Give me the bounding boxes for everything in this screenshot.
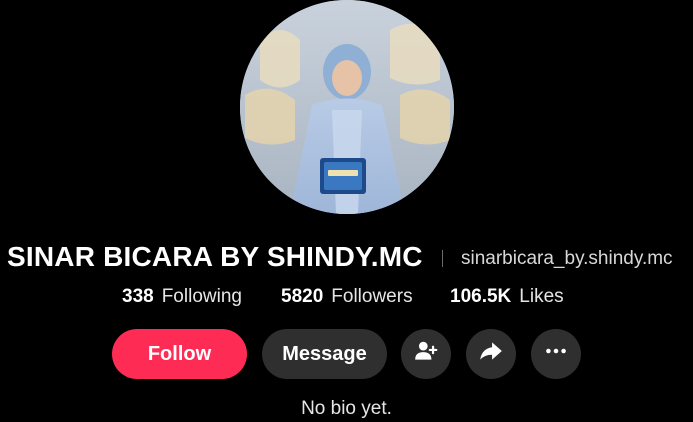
share-button[interactable] <box>466 329 516 379</box>
followers-count: 5820 <box>281 286 324 307</box>
followers-label: Followers <box>331 286 413 307</box>
message-button[interactable]: Message <box>262 329 387 379</box>
stat-likes: 106.5K Likes <box>450 286 564 308</box>
avatar-image <box>240 0 454 214</box>
person-add-icon <box>413 338 439 370</box>
name-divider <box>442 250 443 267</box>
likes-label: Likes <box>519 286 564 307</box>
profile-name-row: SINAR BICARA BY SHINDY.MC sinarbicara_by… <box>0 238 693 280</box>
following-label: Following <box>161 286 242 307</box>
profile-page: SINAR BICARA BY SHINDY.MC sinarbicara_by… <box>0 0 693 422</box>
more-button[interactable] <box>531 329 581 379</box>
avatar[interactable] <box>240 0 454 214</box>
bio-text: No bio yet. <box>301 398 392 419</box>
username: sinarbicara_by.shindy.mc <box>461 248 673 269</box>
add-friend-button[interactable] <box>401 329 451 379</box>
more-dots-icon <box>543 338 569 370</box>
profile-stats: 338 Following 5820 Followers 106.5K Likes <box>0 286 693 312</box>
stat-following[interactable]: 338 Following <box>122 286 242 308</box>
display-name: SINAR BICARA BY SHINDY.MC <box>7 241 423 272</box>
stat-followers[interactable]: 5820 Followers <box>281 286 413 308</box>
likes-count: 106.5K <box>450 286 512 307</box>
following-count: 338 <box>122 286 154 307</box>
follow-button[interactable]: Follow <box>112 329 247 379</box>
share-arrow-icon <box>478 338 504 370</box>
